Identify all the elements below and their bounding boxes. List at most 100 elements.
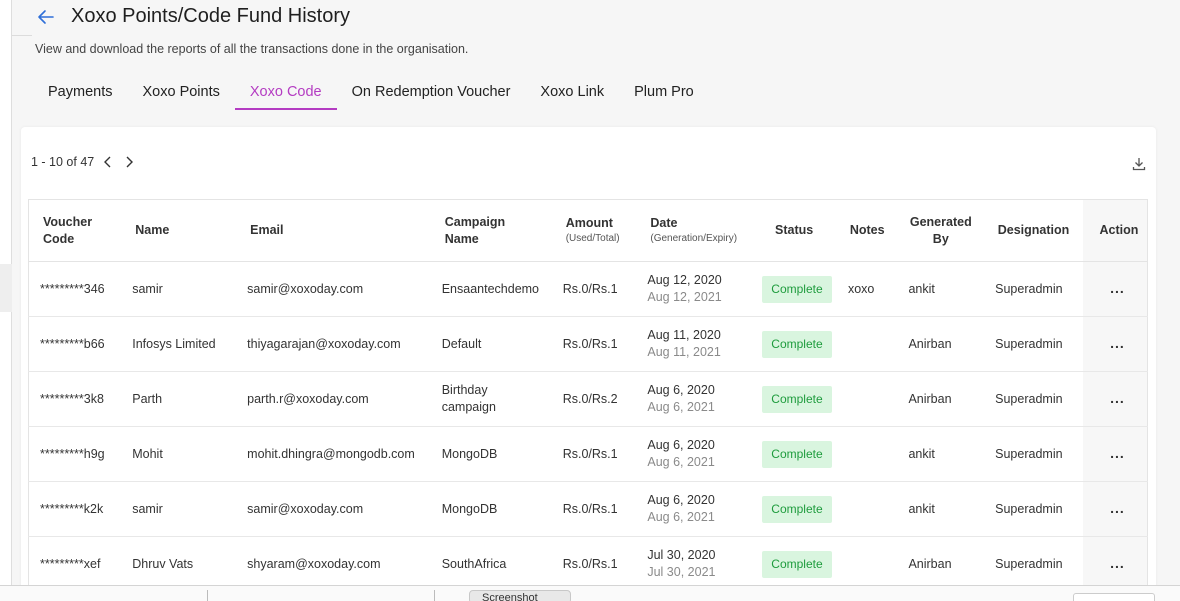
cell-designation: Superadmin xyxy=(984,481,1083,537)
header-amount-sub: (Used/Total) xyxy=(565,233,620,244)
cell-action: ... xyxy=(1082,371,1148,427)
chevron-right-icon[interactable] xyxy=(122,155,136,169)
cell-date: Aug 6, 2020 Aug 6, 2021 xyxy=(636,371,752,427)
more-actions-button[interactable]: ... xyxy=(1110,500,1125,516)
toolbar-divider xyxy=(434,590,435,601)
left-sidebar-strip xyxy=(0,0,12,601)
header-email: Email xyxy=(236,199,431,262)
cell-name: samir xyxy=(121,261,237,317)
status-badge: Complete xyxy=(762,495,832,523)
pagination-text: 1 - 10 of 47 xyxy=(31,155,95,169)
header-designation: Designation xyxy=(984,199,1083,262)
cell-amount: Rs.0/Rs.1 xyxy=(551,261,637,317)
download-icon[interactable] xyxy=(1132,157,1146,171)
status-badge: Complete xyxy=(762,385,832,413)
cell-campaign: Default xyxy=(430,316,552,372)
cell-notes xyxy=(836,316,898,372)
tab-xoxo-link[interactable]: Xoxo Link xyxy=(525,76,619,110)
back-arrow-icon[interactable] xyxy=(36,7,56,27)
cell-voucher-code: *********346 xyxy=(28,261,122,317)
cell-designation: Superadmin xyxy=(984,261,1083,317)
cell-date: Jul 30, 2020 Jul 30, 2021 xyxy=(636,536,752,592)
cell-amount: Rs.0/Rs.2 xyxy=(551,371,637,427)
cell-designation: Superadmin xyxy=(984,371,1083,427)
cell-action: ... xyxy=(1082,261,1148,317)
cell-generated-by: Anirban xyxy=(897,536,985,592)
cell-amount: Rs.0/Rs.1 xyxy=(551,481,637,537)
table-row: *********xef Dhruv Vats shyaram@xoxoday.… xyxy=(28,536,1148,592)
header-divider xyxy=(12,35,32,36)
cell-amount: Rs.0/Rs.1 xyxy=(551,316,637,372)
cell-campaign: MongoDB xyxy=(430,426,552,482)
more-actions-button[interactable]: ... xyxy=(1110,445,1125,461)
cell-name: samir xyxy=(121,481,237,537)
report-card: 1 - 10 of 47 Voucher Code Name Email Camp… xyxy=(21,127,1156,601)
cell-campaign: Birthday campaign xyxy=(430,371,552,427)
cell-generated-by: ankit xyxy=(897,426,985,482)
table-row: *********k2k samir samir@xoxoday.com Mon… xyxy=(28,481,1148,537)
header-action: Action xyxy=(1082,199,1148,262)
more-actions-button[interactable]: ... xyxy=(1110,555,1125,571)
cell-name: Dhruv Vats xyxy=(121,536,237,592)
cell-generated-by: ankit xyxy=(897,261,985,317)
tab-xoxo-points[interactable]: Xoxo Points xyxy=(127,76,234,110)
table-row: *********b66 Infosys Limited thiyagaraja… xyxy=(28,316,1148,372)
tab-bar: Payments Xoxo Points Xoxo Code On Redemp… xyxy=(33,76,709,110)
cell-email: samir@xoxoday.com xyxy=(236,481,431,537)
cell-status: Complete xyxy=(751,316,837,372)
status-badge: Complete xyxy=(762,440,832,468)
tab-payments[interactable]: Payments xyxy=(33,76,127,110)
header-name: Name xyxy=(121,199,237,262)
more-actions-button[interactable]: ... xyxy=(1110,390,1125,406)
cell-notes xyxy=(836,426,898,482)
tab-xoxo-code[interactable]: Xoxo Code xyxy=(234,76,337,110)
chevron-left-icon[interactable] xyxy=(101,155,115,169)
screenshot-button[interactable]: Screenshot xyxy=(469,590,571,601)
cell-notes xyxy=(836,481,898,537)
header-campaign-name: Campaign Name xyxy=(430,199,552,262)
cell-status: Complete xyxy=(751,261,837,317)
table-row: *********3k8 Parth parth.r@xoxoday.com B… xyxy=(28,371,1148,427)
more-actions-button[interactable]: ... xyxy=(1110,335,1125,351)
cell-name: Parth xyxy=(121,371,237,427)
cell-status: Complete xyxy=(751,371,837,427)
status-badge: Complete xyxy=(762,275,832,303)
cell-status: Complete xyxy=(751,536,837,592)
cell-date: Aug 11, 2020 Aug 11, 2021 xyxy=(636,316,752,372)
cell-voucher-code: *********k2k xyxy=(28,481,122,537)
cell-status: Complete xyxy=(751,481,837,537)
cell-email: parth.r@xoxoday.com xyxy=(236,371,431,427)
cell-voucher-code: *********h9g xyxy=(28,426,122,482)
header-amount: Amount (Used/Total) xyxy=(551,199,637,262)
cell-action: ... xyxy=(1082,481,1148,537)
cell-designation: Superadmin xyxy=(984,426,1083,482)
header-generated-by: Generated By xyxy=(897,199,985,262)
cell-action: ... xyxy=(1082,536,1148,592)
status-badge: Complete xyxy=(762,330,832,358)
cell-notes: xoxo xyxy=(836,261,898,317)
cell-amount: Rs.0/Rs.1 xyxy=(551,426,637,482)
cell-action: ... xyxy=(1082,316,1148,372)
cell-email: shyaram@xoxoday.com xyxy=(236,536,431,592)
cell-voucher-code: *********xef xyxy=(28,536,122,592)
cell-date: Aug 12, 2020 Aug 12, 2021 xyxy=(636,261,752,317)
header-date: Date (Generation/Expiry) xyxy=(636,199,752,262)
transactions-table: Voucher Code Name Email Campaign Name Amou… xyxy=(28,199,1148,592)
table-row: *********h9g Mohit mohit.dhingra@mongodb… xyxy=(28,426,1148,482)
tab-plum-pro[interactable]: Plum Pro xyxy=(619,76,709,110)
table-header-row: Voucher Code Name Email Campaign Name Amou… xyxy=(28,199,1148,262)
cell-name: Infosys Limited xyxy=(121,316,237,372)
more-actions-button[interactable]: ... xyxy=(1110,280,1125,296)
cell-generated-by: Anirban xyxy=(897,316,985,372)
cell-status: Complete xyxy=(751,426,837,482)
cell-notes xyxy=(836,371,898,427)
toolbar-divider xyxy=(207,590,208,601)
page-title: Xoxo Points/Code Fund History xyxy=(71,5,351,27)
toolbar-button[interactable] xyxy=(1073,593,1155,601)
cell-voucher-code: *********b66 xyxy=(28,316,122,372)
header-date-sub: (Generation/Expiry) xyxy=(650,233,738,244)
cell-name: Mohit xyxy=(121,426,237,482)
cell-designation: Superadmin xyxy=(984,316,1083,372)
tab-on-redemption-voucher[interactable]: On Redemption Voucher xyxy=(337,76,526,110)
pagination: 1 - 10 of 47 xyxy=(31,155,136,169)
